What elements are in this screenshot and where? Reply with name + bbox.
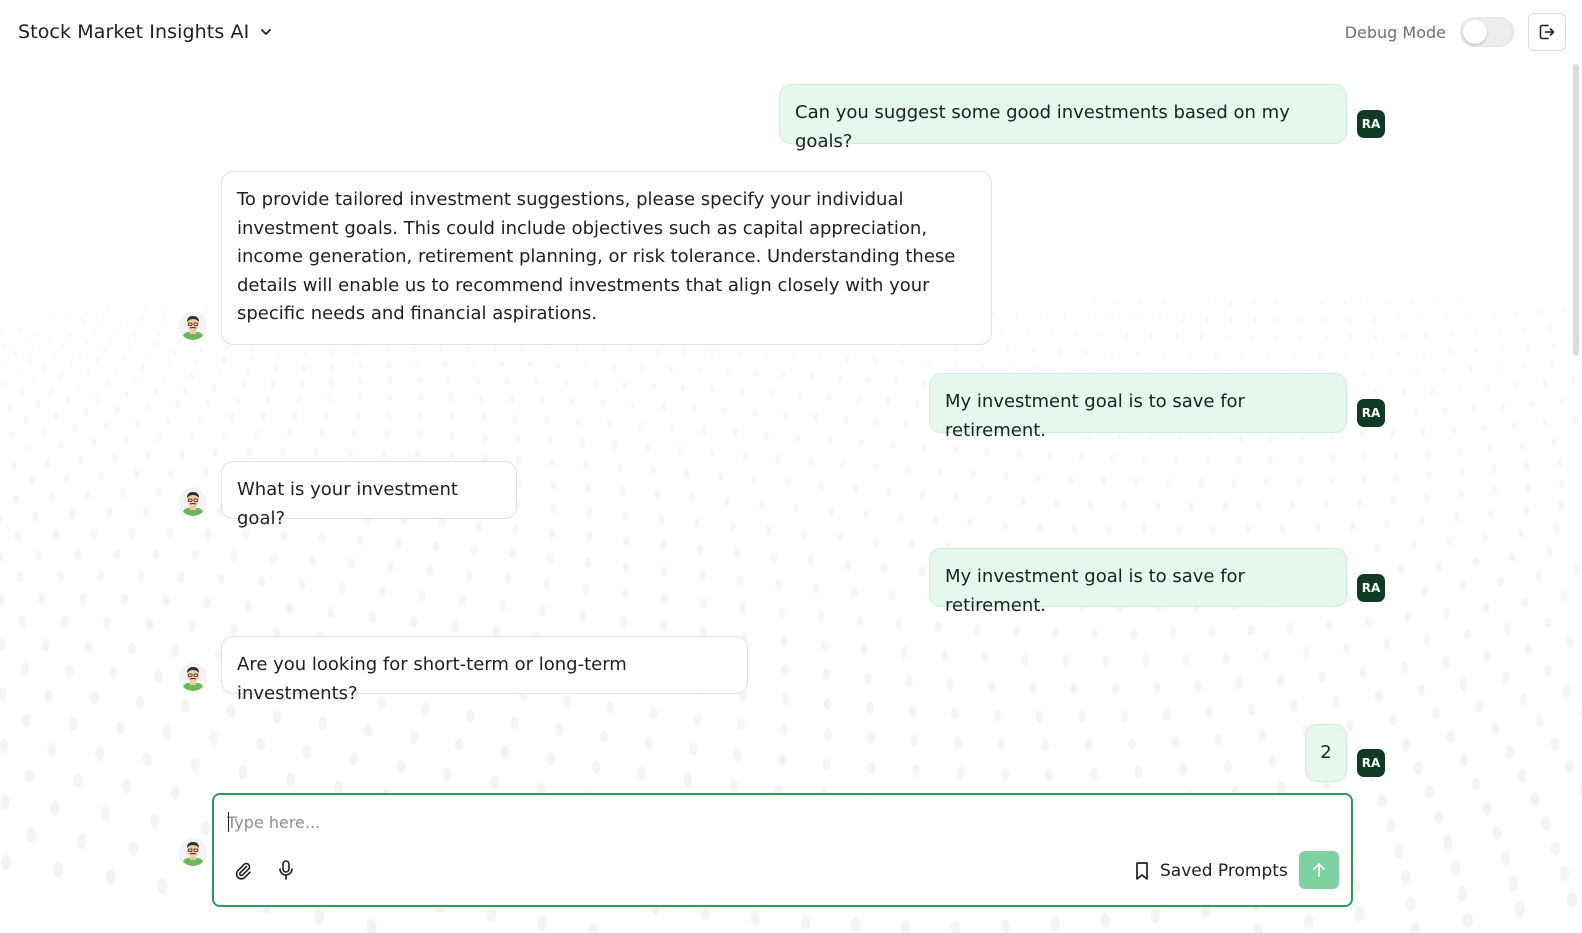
message-user: My investment goal is to save for retire… xyxy=(929,548,1347,616)
message-bot: To provide tailored investment suggestio… xyxy=(221,171,992,345)
message-user: My investment goal is to save for retire… xyxy=(929,373,1347,441)
message-composer: Saved Prompts xyxy=(212,793,1353,907)
user-message-bubble: My investment goal is to save for retire… xyxy=(929,373,1347,441)
app-title: Stock Market Insights AI xyxy=(18,21,250,43)
user-avatar: RA xyxy=(1357,110,1385,138)
message-bot: Are you looking for short-term or long-t… xyxy=(221,636,748,704)
microphone-button[interactable] xyxy=(273,857,299,883)
bot-avatar xyxy=(179,663,207,691)
top-bar: Stock Market Insights AI Debug Mode xyxy=(0,0,1582,64)
microphone-icon xyxy=(279,860,293,880)
bot-message-bubble: What is your investment goal? xyxy=(221,461,517,529)
message-user: 2 xyxy=(1305,724,1347,782)
logout-icon xyxy=(1539,24,1555,40)
message-user: Can you suggest some good investments ba… xyxy=(779,84,1347,152)
user-avatar: RA xyxy=(1357,574,1385,602)
message-input[interactable] xyxy=(227,809,1327,835)
user-message-bubble: Can you suggest some good investments ba… xyxy=(779,84,1347,152)
bot-message-bubble: To provide tailored investment suggestio… xyxy=(221,171,992,345)
user-avatar: RA xyxy=(1357,749,1385,777)
user-avatar: RA xyxy=(1357,399,1385,427)
text-caret xyxy=(228,812,229,832)
bot-avatar xyxy=(179,838,207,866)
header-actions: Debug Mode xyxy=(1345,13,1566,51)
user-message-bubble: 2 xyxy=(1305,724,1347,782)
attach-button[interactable] xyxy=(230,857,256,883)
message-bot: What is your investment goal? xyxy=(221,461,517,529)
arrow-up-icon xyxy=(1313,863,1325,877)
scrollbar[interactable] xyxy=(1573,64,1579,356)
app-selector[interactable]: Stock Market Insights AI xyxy=(18,21,273,43)
bot-avatar-icon xyxy=(183,842,203,866)
send-button[interactable] xyxy=(1299,851,1339,889)
bot-avatar-icon xyxy=(183,492,203,516)
toggle-knob xyxy=(1463,20,1487,44)
bot-avatar-icon xyxy=(183,316,203,340)
bot-message-bubble: Are you looking for short-term or long-t… xyxy=(221,636,748,704)
user-message-bubble: My investment goal is to save for retire… xyxy=(929,548,1347,616)
saved-prompts-label: Saved Prompts xyxy=(1160,861,1288,881)
bot-avatar-icon xyxy=(183,667,203,691)
bot-avatar xyxy=(179,312,207,340)
logout-button[interactable] xyxy=(1528,13,1566,51)
chevron-down-icon xyxy=(261,29,272,35)
bookmark-icon xyxy=(1136,862,1148,880)
debug-mode-toggle[interactable] xyxy=(1460,17,1514,47)
debug-mode-label: Debug Mode xyxy=(1344,22,1446,42)
paperclip-icon xyxy=(235,862,251,880)
chat-page: Stock Market Insights AI Debug Mode Can … xyxy=(0,0,1582,933)
bot-avatar xyxy=(179,488,207,516)
saved-prompts-button[interactable]: Saved Prompts xyxy=(1134,857,1288,885)
